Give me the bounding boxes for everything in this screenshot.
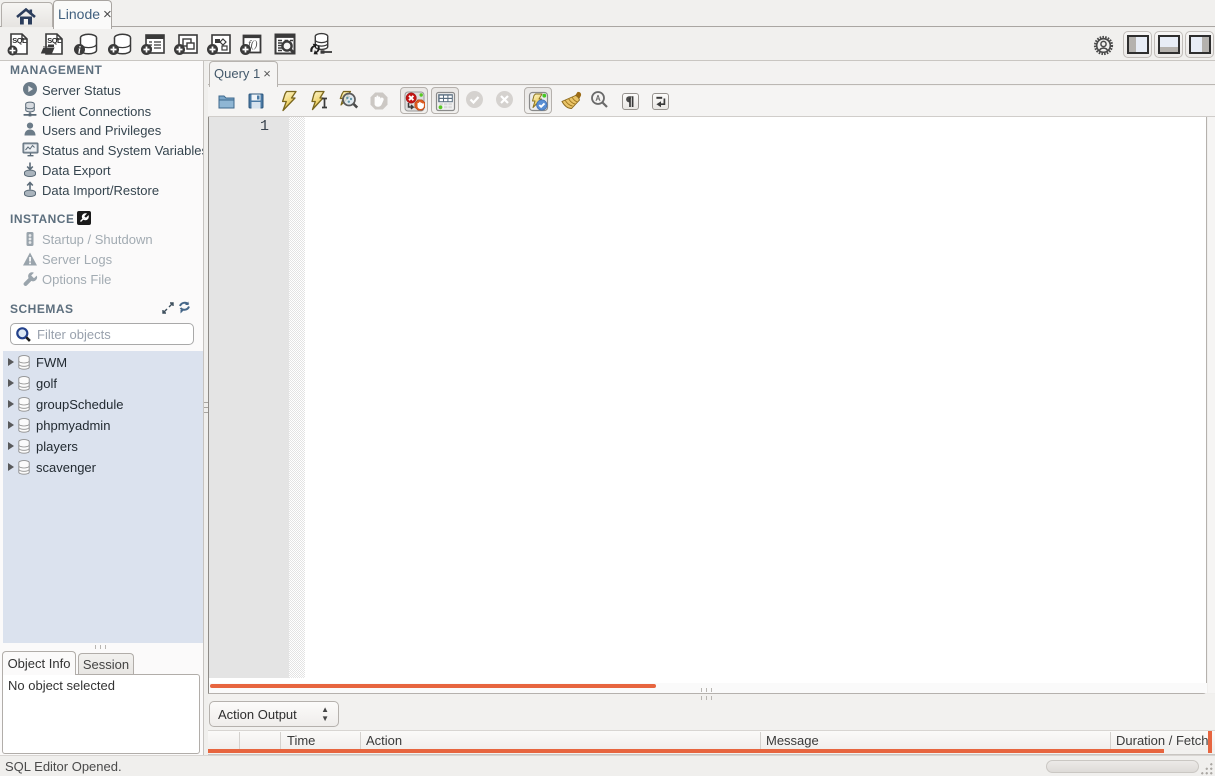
- svg-text:SQL: SQL: [12, 36, 27, 45]
- svg-text:i: i: [78, 46, 81, 57]
- svg-text:SQL: SQL: [47, 36, 62, 45]
